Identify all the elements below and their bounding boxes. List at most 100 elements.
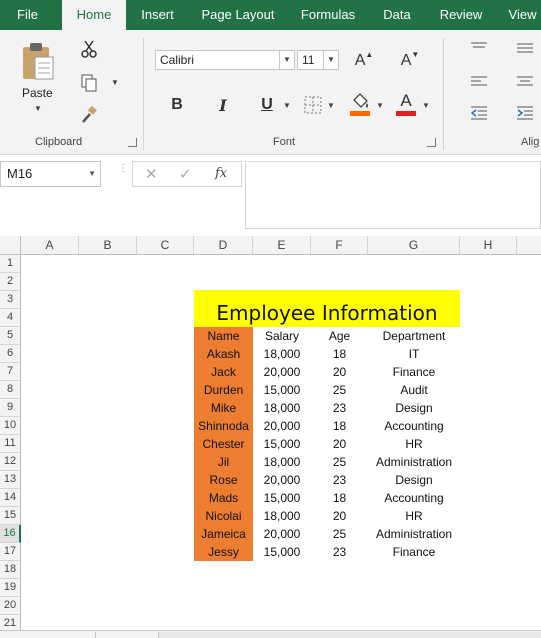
align-left-button[interactable]: [468, 72, 490, 90]
copy-dropdown-icon[interactable]: ▼: [111, 78, 119, 87]
formula-input[interactable]: [245, 161, 541, 229]
employee-name-cell[interactable]: Nicolai: [194, 507, 253, 525]
department-cell[interactable]: Accounting: [368, 417, 460, 435]
sheet-title[interactable]: Employee Information: [194, 290, 460, 327]
tab-insert[interactable]: Insert: [130, 0, 185, 30]
tab-page-layout[interactable]: Page Layout: [192, 0, 284, 30]
employee-name-cell[interactable]: Jack: [194, 363, 253, 381]
align-center-button[interactable]: [514, 72, 536, 90]
salary-cell[interactable]: 15,000: [253, 543, 311, 561]
department-cell[interactable]: IT: [368, 345, 460, 363]
middle-align-button[interactable]: [514, 38, 536, 56]
age-cell[interactable]: 25: [311, 381, 368, 399]
select-all-corner[interactable]: [0, 236, 21, 255]
cut-button[interactable]: [78, 38, 100, 60]
age-cell[interactable]: 23: [311, 399, 368, 417]
drag-handle-icon[interactable]: ⋮: [118, 164, 128, 174]
underline-dropdown-icon[interactable]: ▼: [283, 101, 291, 110]
font-size-combo[interactable]: 11 ▼: [297, 50, 339, 70]
paste-dropdown-icon[interactable]: ▼: [34, 104, 42, 113]
row-header-10[interactable]: 10: [0, 417, 21, 435]
salary-cell[interactable]: 20,000: [253, 471, 311, 489]
department-cell[interactable]: HR: [368, 507, 460, 525]
decrease-indent-button[interactable]: [468, 104, 490, 122]
employee-name-cell[interactable]: Durden: [194, 381, 253, 399]
copy-button[interactable]: [78, 72, 100, 94]
department-cell[interactable]: HR: [368, 435, 460, 453]
increase-indent-button[interactable]: [514, 104, 536, 122]
department-cell[interactable]: Design: [368, 399, 460, 417]
font-color-dropdown-icon[interactable]: ▼: [422, 101, 430, 110]
column-header-d[interactable]: D: [194, 236, 253, 255]
row-header-16[interactable]: 16: [0, 525, 21, 543]
column-header-f[interactable]: F: [311, 236, 368, 255]
department-cell[interactable]: Finance: [368, 363, 460, 381]
row-header-1[interactable]: 1: [0, 255, 21, 273]
row-header-18[interactable]: 18: [0, 561, 21, 579]
salary-cell[interactable]: 20,000: [253, 363, 311, 381]
bold-button[interactable]: B: [166, 94, 188, 116]
column-header-b[interactable]: B: [79, 236, 137, 255]
row-header-3[interactable]: 3: [0, 291, 21, 309]
row-header-9[interactable]: 9: [0, 399, 21, 417]
fill-color-dropdown-icon[interactable]: ▼: [376, 101, 384, 110]
column-header-next[interactable]: [517, 236, 541, 255]
column-header-h[interactable]: H: [460, 236, 517, 255]
tab-home[interactable]: Home: [62, 0, 126, 30]
employee-name-cell[interactable]: Chester: [194, 435, 253, 453]
underline-button[interactable]: U: [256, 94, 278, 116]
row-header-6[interactable]: 6: [0, 345, 21, 363]
top-align-button[interactable]: [468, 38, 490, 56]
employee-name-cell[interactable]: Akash: [194, 345, 253, 363]
paste-button[interactable]: [18, 38, 58, 84]
employee-name-cell[interactable]: Shinnoda: [194, 417, 253, 435]
age-cell[interactable]: 25: [311, 525, 368, 543]
row-header-12[interactable]: 12: [0, 453, 21, 471]
salary-cell[interactable]: 20,000: [253, 525, 311, 543]
horizontal-scrollbar[interactable]: [158, 632, 541, 638]
department-cell[interactable]: Design: [368, 471, 460, 489]
row-header-8[interactable]: 8: [0, 381, 21, 399]
cancel-icon[interactable]: ✕: [145, 165, 158, 183]
format-painter-button[interactable]: [78, 104, 100, 126]
tab-formulas[interactable]: Formulas: [292, 0, 364, 30]
employee-name-cell[interactable]: Jil: [194, 453, 253, 471]
italic-button[interactable]: I: [212, 94, 234, 116]
column-header-g[interactable]: G: [368, 236, 460, 255]
tab-data[interactable]: Data: [372, 0, 422, 30]
tab-file[interactable]: File: [0, 0, 55, 30]
salary-cell[interactable]: 15,000: [253, 489, 311, 507]
age-cell[interactable]: 23: [311, 543, 368, 561]
salary-cell[interactable]: 20,000: [253, 417, 311, 435]
header-name-cell[interactable]: Name: [194, 327, 253, 345]
salary-cell[interactable]: 15,000: [253, 435, 311, 453]
tab-view[interactable]: View: [500, 0, 541, 30]
department-cell[interactable]: Administration: [368, 525, 460, 543]
row-header-19[interactable]: 19: [0, 579, 21, 597]
row-header-2[interactable]: 2: [0, 273, 21, 291]
row-header-7[interactable]: 7: [0, 363, 21, 381]
name-box[interactable]: M16 ▼: [0, 161, 101, 187]
row-header-20[interactable]: 20: [0, 597, 21, 615]
employee-name-cell[interactable]: Jameica: [194, 525, 253, 543]
fill-color-button[interactable]: [348, 90, 372, 118]
row-header-11[interactable]: 11: [0, 435, 21, 453]
chevron-down-icon[interactable]: ▼: [323, 51, 338, 69]
row-header-4[interactable]: 4: [0, 309, 21, 327]
salary-cell[interactable]: 18,000: [253, 399, 311, 417]
header-age-cell[interactable]: Age: [311, 327, 368, 345]
enter-icon[interactable]: ✓: [179, 165, 192, 183]
insert-function-icon[interactable]: fx: [215, 166, 227, 181]
salary-cell[interactable]: 15,000: [253, 381, 311, 399]
employee-name-cell[interactable]: Mads: [194, 489, 253, 507]
age-cell[interactable]: 18: [311, 345, 368, 363]
row-header-14[interactable]: 14: [0, 489, 21, 507]
header-department-cell[interactable]: Department: [368, 327, 460, 345]
age-cell[interactable]: 23: [311, 471, 368, 489]
grow-font-button[interactable]: A ▲: [352, 50, 376, 72]
borders-button[interactable]: [301, 93, 325, 117]
column-header-c[interactable]: C: [137, 236, 194, 255]
font-name-combo[interactable]: Calibri ▼: [155, 50, 295, 70]
age-cell[interactable]: 18: [311, 489, 368, 507]
department-cell[interactable]: Administration: [368, 453, 460, 471]
